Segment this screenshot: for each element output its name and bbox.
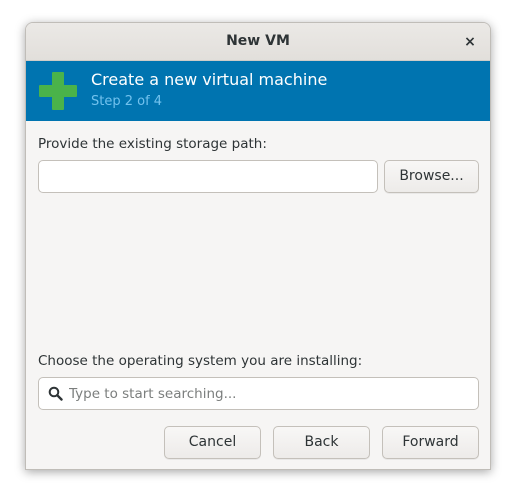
search-icon — [48, 386, 63, 401]
new-vm-dialog: New VM × Create a new virtual machine St… — [25, 22, 491, 470]
os-search-field[interactable] — [38, 377, 479, 410]
close-button[interactable]: × — [460, 32, 480, 52]
cancel-button[interactable]: Cancel — [164, 426, 261, 459]
browse-button[interactable]: Browse... — [384, 160, 479, 193]
window-title: New VM — [226, 33, 290, 49]
forward-button[interactable]: Forward — [382, 426, 479, 459]
storage-path-input[interactable] — [38, 160, 378, 193]
title-bar[interactable]: New VM × — [26, 23, 490, 61]
banner-title: Create a new virtual machine — [91, 70, 328, 89]
back-button[interactable]: Back — [273, 426, 370, 459]
plus-icon — [39, 72, 77, 110]
os-label: Choose the operating system you are inst… — [38, 353, 363, 369]
wizard-banner: Create a new virtual machine Step 2 of 4 — [26, 61, 490, 121]
os-search-input[interactable] — [69, 379, 469, 408]
step-indicator: Step 2 of 4 — [91, 94, 163, 109]
storage-path-label: Provide the existing storage path: — [38, 136, 267, 152]
